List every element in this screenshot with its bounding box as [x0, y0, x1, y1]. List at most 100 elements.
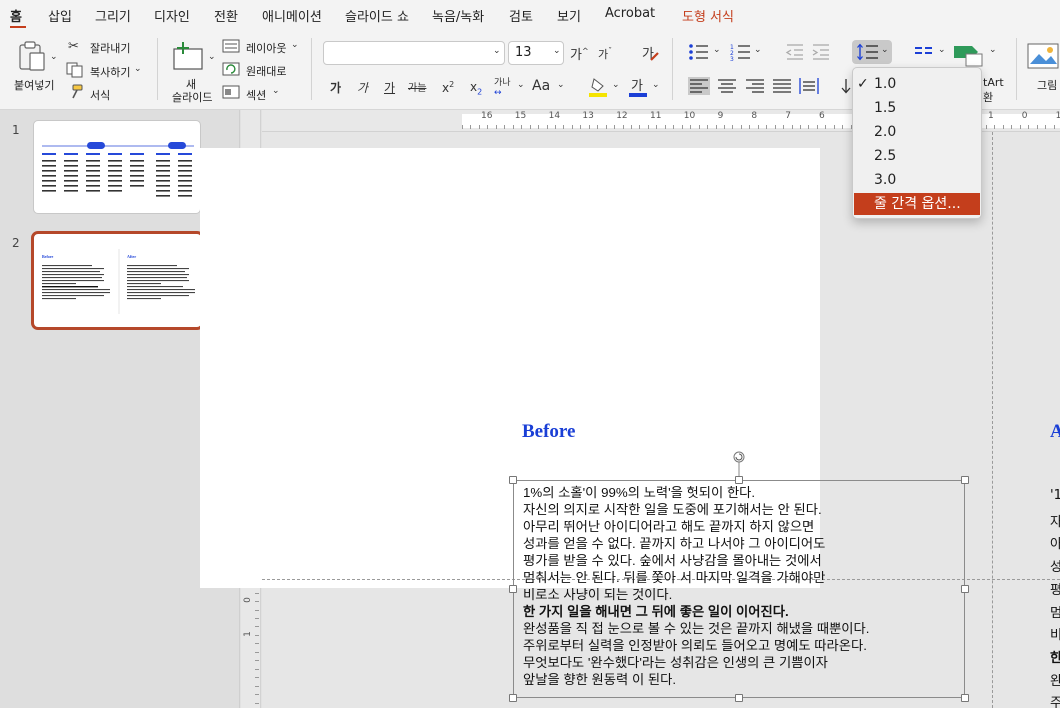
text-line[interactable]: 자신의 의지로 시작한 일을 도중에 포기해서는 안 된다. [523, 501, 822, 518]
tab-acrobat[interactable]: Acrobat [605, 6, 655, 21]
align-center-icon[interactable] [716, 77, 738, 95]
right-column-text-fragment[interactable]: 주 [1050, 692, 1060, 708]
smartart-chevron-icon[interactable]: ⌄ [989, 45, 997, 55]
right-column-text-fragment[interactable]: 평 [1050, 579, 1060, 598]
cut-button[interactable]: 잘라내기 [90, 40, 130, 56]
bold-icon[interactable]: 가 [330, 79, 341, 96]
section-icon[interactable] [222, 85, 240, 99]
right-column-text-fragment[interactable]: 성 [1050, 556, 1060, 575]
right-column-text-fragment[interactable]: 한 [1050, 647, 1060, 666]
text-line[interactable]: 1%의 소홀'이 99%의 노력'을 헛되이 한다. [523, 484, 755, 501]
text-line[interactable]: 성과를 얻을 수 없다. 끝까지 하고 나서야 그 아이디어도 [523, 535, 825, 552]
tab-insert[interactable]: 삽입 [48, 6, 72, 25]
line-spacing-option-1-5[interactable]: 1.5 [853, 97, 981, 119]
text-line[interactable]: 비로소 사냥이 되는 것이다. [523, 586, 672, 603]
resize-handle-bottom-right[interactable] [961, 694, 969, 702]
picture-icon[interactable] [1026, 42, 1060, 70]
increase-indent-icon[interactable] [811, 43, 831, 61]
tab-design[interactable]: 디자인 [154, 6, 190, 25]
font-name-input[interactable] [323, 41, 505, 65]
layout-button[interactable]: 레이아웃 [246, 40, 286, 56]
change-case-icon[interactable]: Aa [532, 78, 550, 94]
resize-handle-top-right[interactable] [961, 476, 969, 484]
copy-icon[interactable] [66, 62, 84, 78]
clear-formatting-icon[interactable]: 가 [640, 43, 660, 63]
font-color-icon[interactable]: 가 [628, 76, 650, 98]
font-size-chevron-icon[interactable]: ⌄ [553, 46, 561, 56]
smartart-icon[interactable] [952, 40, 986, 70]
text-line[interactable]: 무엇보다도 '완수했다'라는 성취감은 인생의 큰 기쁨이자 [523, 654, 828, 671]
tab-animations[interactable]: 애니메이션 [262, 6, 322, 25]
text-line[interactable]: 한 가지 일을 해내면 그 뒤에 좋은 일이 이어진다. [523, 603, 789, 620]
tab-record[interactable]: 녹음/녹화 [432, 6, 484, 25]
character-spacing-icon[interactable]: 가나 ↔ [494, 75, 511, 98]
right-column-text-fragment[interactable]: 멈 [1050, 602, 1060, 621]
resize-handle-top-left[interactable] [509, 476, 517, 484]
text-line[interactable]: 평가를 받을 수 있다. 숲에서 사냥감을 몰아내는 것에서 [523, 552, 822, 569]
tab-transitions[interactable]: 전환 [214, 6, 238, 25]
right-column-text-fragment[interactable]: '1 [1050, 488, 1060, 503]
bullets-icon[interactable] [688, 43, 710, 61]
new-slide-icon[interactable] [170, 40, 206, 72]
grow-font-icon[interactable]: 가^ [570, 44, 589, 63]
shrink-font-icon[interactable]: 가ˇ [598, 46, 612, 62]
resize-handle-top[interactable] [735, 476, 743, 484]
smartart-label[interactable]: tArt [983, 76, 1004, 89]
right-column-text-fragment[interactable]: 자 [1050, 511, 1060, 530]
section-dropdown-chevron-icon[interactable]: ⌄ [272, 86, 280, 96]
distributed-icon[interactable] [798, 77, 820, 95]
line-spacing-option-3-0[interactable]: 3.0 [853, 169, 981, 191]
resize-handle-bottom-left[interactable] [509, 694, 517, 702]
format-painter-icon[interactable] [66, 84, 84, 100]
bullets-chevron-icon[interactable]: ⌄ [713, 45, 721, 55]
line-spacing-button[interactable]: ⌄ [852, 40, 892, 64]
vertical-guide[interactable] [992, 132, 993, 708]
superscript-icon[interactable]: x2 [442, 80, 454, 95]
copy-dropdown-chevron-icon[interactable]: ⌄ [134, 64, 142, 74]
text-line[interactable]: 아무리 뛰어난 아이디어라고 해도 끝까지 하지 않으면 [523, 518, 814, 535]
underline-icon[interactable]: 가 [384, 79, 395, 96]
subscript-icon[interactable]: x2 [470, 80, 482, 96]
align-right-icon[interactable] [744, 77, 766, 95]
section-button[interactable]: 섹션 [246, 87, 266, 103]
italic-icon[interactable]: 가 [357, 79, 368, 96]
paste-dropdown-chevron-icon[interactable]: ⌄ [50, 52, 58, 62]
scissors-icon[interactable]: ✂ [68, 39, 79, 54]
tab-view[interactable]: 보기 [557, 6, 581, 25]
highlight-chevron-icon[interactable]: ⌄ [612, 80, 620, 90]
line-spacing-option-2-5[interactable]: 2.5 [853, 145, 981, 167]
paste-label[interactable]: 붙여넣기 [14, 77, 54, 93]
before-heading[interactable]: Before [522, 421, 575, 443]
slide-thumbnail-1[interactable] [33, 120, 201, 214]
after-heading-partial[interactable]: A [1050, 421, 1060, 443]
align-left-icon[interactable] [688, 77, 710, 95]
picture-label[interactable]: 그림 [1037, 77, 1057, 93]
line-spacing-option-2-0[interactable]: 2.0 [853, 121, 981, 143]
tab-home[interactable]: 홈 [10, 6, 22, 25]
decrease-indent-icon[interactable] [785, 43, 805, 61]
selected-text-box[interactable]: 1%의 소홀'이 99%의 노력'을 헛되이 한다. 자신의 의지로 시작한 일을… [513, 480, 965, 698]
font-color-chevron-icon[interactable]: ⌄ [652, 80, 660, 90]
tab-slideshow[interactable]: 슬라이드 쇼 [345, 6, 409, 25]
layout-dropdown-chevron-icon[interactable]: ⌄ [291, 40, 299, 50]
line-spacing-option-1-0[interactable]: ✓ 1.0 [853, 73, 981, 95]
format-painter-button[interactable]: 서식 [90, 87, 110, 103]
text-line[interactable]: 완성품을 직 접 눈으로 볼 수 있는 것은 끝까지 해냈을 때뿐이다. [523, 620, 869, 637]
paste-icon[interactable] [18, 40, 48, 72]
tab-draw[interactable]: 그리기 [95, 6, 131, 25]
resize-handle-right[interactable] [961, 585, 969, 593]
copy-button[interactable]: 복사하기 [90, 64, 130, 80]
justify-icon[interactable] [771, 77, 793, 95]
font-name-chevron-icon[interactable]: ⌄ [493, 46, 501, 56]
char-spacing-chevron-icon[interactable]: ⌄ [517, 80, 525, 90]
resize-handle-left[interactable] [509, 585, 517, 593]
line-spacing-options-item[interactable]: 줄 간격 옵션... [854, 193, 980, 215]
right-column-text-fragment[interactable]: 완 [1050, 670, 1060, 689]
layout-icon[interactable] [222, 39, 240, 53]
columns-chevron-icon[interactable]: ⌄ [938, 45, 946, 55]
convert-label[interactable]: 환 [983, 89, 993, 105]
reset-button[interactable]: 원래대로 [246, 63, 286, 79]
right-column-text-fragment[interactable]: 아 [1050, 533, 1060, 552]
reset-icon[interactable] [222, 62, 240, 76]
columns-icon[interactable] [914, 45, 934, 59]
